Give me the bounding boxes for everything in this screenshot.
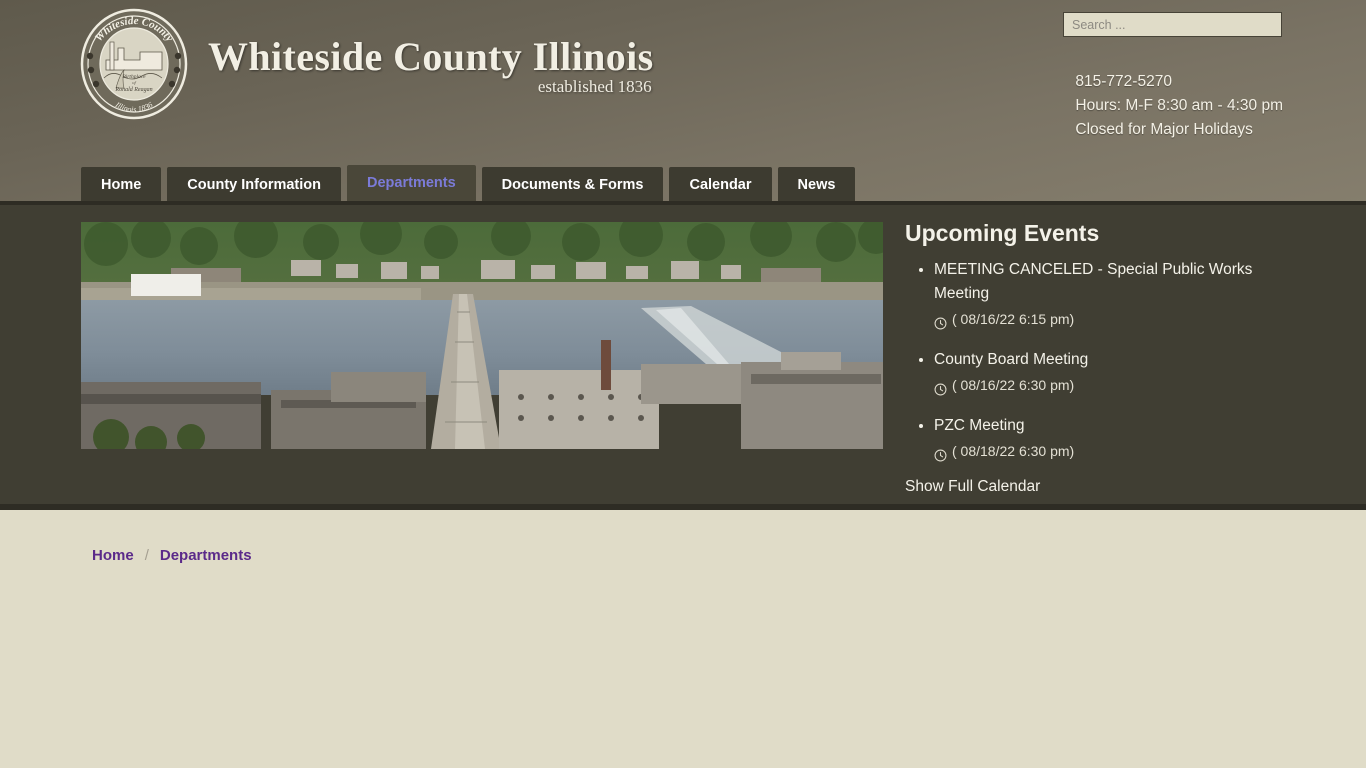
event-time-text: ( 08/16/22 6:30 pm): [952, 377, 1075, 393]
county-seal-icon: Birthplace of Ronald Reagan Whiteside Co…: [78, 8, 190, 120]
breadcrumb-item-home[interactable]: Home: [92, 547, 134, 564]
nav-item-county-information[interactable]: County Information: [167, 167, 342, 205]
nav-item-news[interactable]: News: [777, 167, 856, 205]
event-link[interactable]: County Board Meeting: [934, 351, 1088, 368]
event-time-text: ( 08/16/22 6:15 pm): [952, 311, 1075, 327]
nav-item-departments[interactable]: Departments: [347, 165, 476, 205]
feature-band: Upcoming Events MEETING CANCELED - Speci…: [0, 205, 1366, 510]
events-title: Upcoming Events: [905, 220, 1100, 246]
contact-phone: 815-772-5270: [1075, 73, 1172, 90]
svg-text:Ronald Reagan: Ronald Reagan: [114, 87, 152, 93]
site-title: Whiteside County Illinois: [208, 33, 654, 79]
breadcrumb: Home / Departments: [92, 547, 252, 564]
clock-icon: [934, 313, 947, 329]
search-input[interactable]: [1063, 12, 1282, 37]
event-item: MEETING CANCELED - Special Public Works …: [934, 258, 1305, 331]
nav-item-calendar[interactable]: Calendar: [669, 167, 772, 205]
nav-item-home[interactable]: Home: [81, 167, 162, 205]
event-link[interactable]: PZC Meeting: [934, 417, 1024, 434]
event-link[interactable]: MEETING CANCELED - Special Public Works …: [934, 261, 1252, 302]
event-time-row: ( 08/16/22 6:30 pm): [934, 373, 1305, 397]
nav-item-documents-forms[interactable]: Documents & Forms: [481, 167, 664, 205]
breadcrumb-separator: /: [144, 547, 149, 564]
event-time-row: ( 08/16/22 6:15 pm): [934, 307, 1305, 331]
main-navigation: Home County Information Departments Docu…: [81, 165, 856, 205]
site-brand[interactable]: Birthplace of Ronald Reagan Whiteside Co…: [78, 8, 654, 120]
clock-icon: [934, 445, 947, 461]
page-body: Home / Departments Recorder Dawn M. Youn…: [0, 510, 1366, 768]
site-header: Birthplace of Ronald Reagan Whiteside Co…: [0, 0, 1366, 205]
clock-icon: [934, 379, 947, 395]
search-container: [1063, 12, 1282, 37]
event-time-text: ( 08/18/22 6:30 pm): [952, 443, 1075, 459]
contact-closed: Closed for Major Holidays: [1075, 121, 1253, 138]
show-full-calendar-link[interactable]: Show Full Calendar: [905, 478, 1305, 496]
site-subtitle: established 1836: [537, 76, 652, 96]
events-list: MEETING CANCELED - Special Public Works …: [905, 258, 1305, 463]
event-time-row: ( 08/18/22 6:30 pm): [934, 439, 1305, 463]
event-item: PZC Meeting ( 08/18/22 6:30 pm): [934, 414, 1305, 463]
contact-hours: Hours: M-F 8:30 am - 4:30 pm: [1075, 97, 1283, 114]
contact-info: 815-772-5270 Hours: M-F 8:30 am - 4:30 p…: [1075, 70, 1283, 142]
breadcrumb-item-departments[interactable]: Departments: [160, 547, 252, 564]
brand-text-block: Whiteside County Illinois established 18…: [208, 33, 654, 97]
event-item: County Board Meeting ( 08/16/22 6:30 pm): [934, 348, 1305, 397]
upcoming-events-panel: Upcoming Events MEETING CANCELED - Speci…: [905, 219, 1305, 496]
banner-image: [81, 222, 883, 449]
